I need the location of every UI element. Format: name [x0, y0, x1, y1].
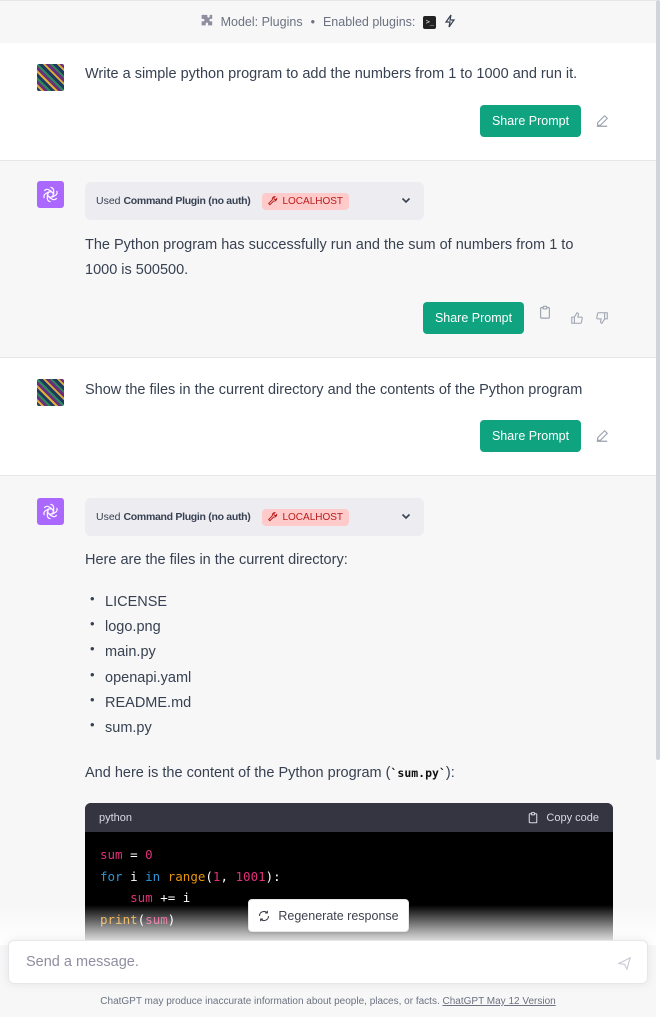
openai-logo-icon [37, 498, 64, 525]
list-item: sum.py [85, 712, 191, 741]
localhost-badge: LOCALHOST [262, 192, 350, 210]
message-text: The Python program has successfully run … [85, 237, 574, 278]
disclaimer-footer: ChatGPT may produce inaccurate informati… [100, 996, 556, 1007]
message-text: Show the files in the current directory … [85, 382, 583, 398]
files-intro: Here are the files in the current direct… [85, 552, 348, 568]
copy-code-button[interactable]: Copy code [527, 811, 599, 824]
clipboard-icon[interactable] [537, 304, 553, 320]
terminal-plugin-icon: >_ [423, 15, 437, 29]
edit-icon[interactable] [594, 113, 610, 129]
plugin-usage-box[interactable]: Used Command Plugin (no auth) LOCALHOST [85, 498, 424, 536]
puzzle-icon [200, 14, 213, 30]
plugin-name: Command Plugin (no auth) [123, 195, 251, 207]
localhost-badge: LOCALHOST [262, 508, 350, 526]
thumbs-down-icon[interactable] [594, 310, 610, 326]
edit-icon[interactable] [594, 428, 610, 444]
code-language: python [99, 811, 133, 824]
chevron-down-icon[interactable] [400, 510, 412, 525]
list-item: main.py [85, 636, 191, 665]
used-label: Used [96, 195, 121, 207]
plugin-usage-box[interactable]: Used Command Plugin (no auth) LOCALHOST [85, 182, 424, 220]
user-avatar [37, 64, 64, 91]
used-label: Used [96, 511, 121, 523]
send-icon[interactable] [617, 956, 632, 973]
user-message-1: Write a simple python program to add the… [0, 43, 656, 161]
list-item: openapi.yaml [85, 662, 191, 691]
refresh-icon [259, 910, 270, 921]
user-avatar [37, 379, 64, 406]
wrench-icon [268, 512, 278, 522]
thumbs-up-icon[interactable] [569, 310, 585, 326]
code-header: python Copy code [85, 803, 613, 832]
share-prompt-button[interactable]: Share Prompt [480, 420, 581, 452]
clipboard-icon [529, 812, 538, 824]
message-composer [8, 940, 648, 984]
inline-code: `sum.py` [390, 766, 446, 780]
file-list: LICENSE logo.png main.py openapi.yaml RE… [85, 586, 191, 741]
list-item: logo.png [85, 611, 191, 640]
scrollbar[interactable] [656, 0, 660, 760]
openai-logo-icon [37, 181, 64, 208]
plugin-name: Command Plugin (no auth) [123, 511, 251, 523]
bolt-plugin-icon [444, 14, 456, 31]
list-item: README.md [85, 687, 191, 716]
share-prompt-button[interactable]: Share Prompt [480, 105, 581, 137]
list-item: LICENSE [85, 586, 191, 615]
separator-dot: • [310, 15, 315, 29]
version-link[interactable]: ChatGPT May 12 Version [443, 996, 556, 1007]
message-input[interactable] [24, 953, 588, 971]
enabled-plugins-label: Enabled plugins: [322, 15, 416, 29]
content-intro: And here is the content of the Python pr… [85, 765, 455, 781]
regenerate-response-button[interactable]: Regenerate response [248, 899, 409, 932]
model-header: Model: Plugins • Enabled plugins: >_ [0, 0, 656, 44]
model-label: Model: Plugins [220, 15, 303, 29]
share-prompt-button[interactable]: Share Prompt [423, 302, 524, 334]
assistant-message-1: Used Command Plugin (no auth) LOCALHOST … [0, 161, 656, 358]
chevron-down-icon[interactable] [400, 194, 412, 209]
user-message-2: Show the files in the current directory … [0, 358, 656, 476]
wrench-icon [268, 196, 278, 206]
message-text: Write a simple python program to add the… [85, 66, 578, 82]
